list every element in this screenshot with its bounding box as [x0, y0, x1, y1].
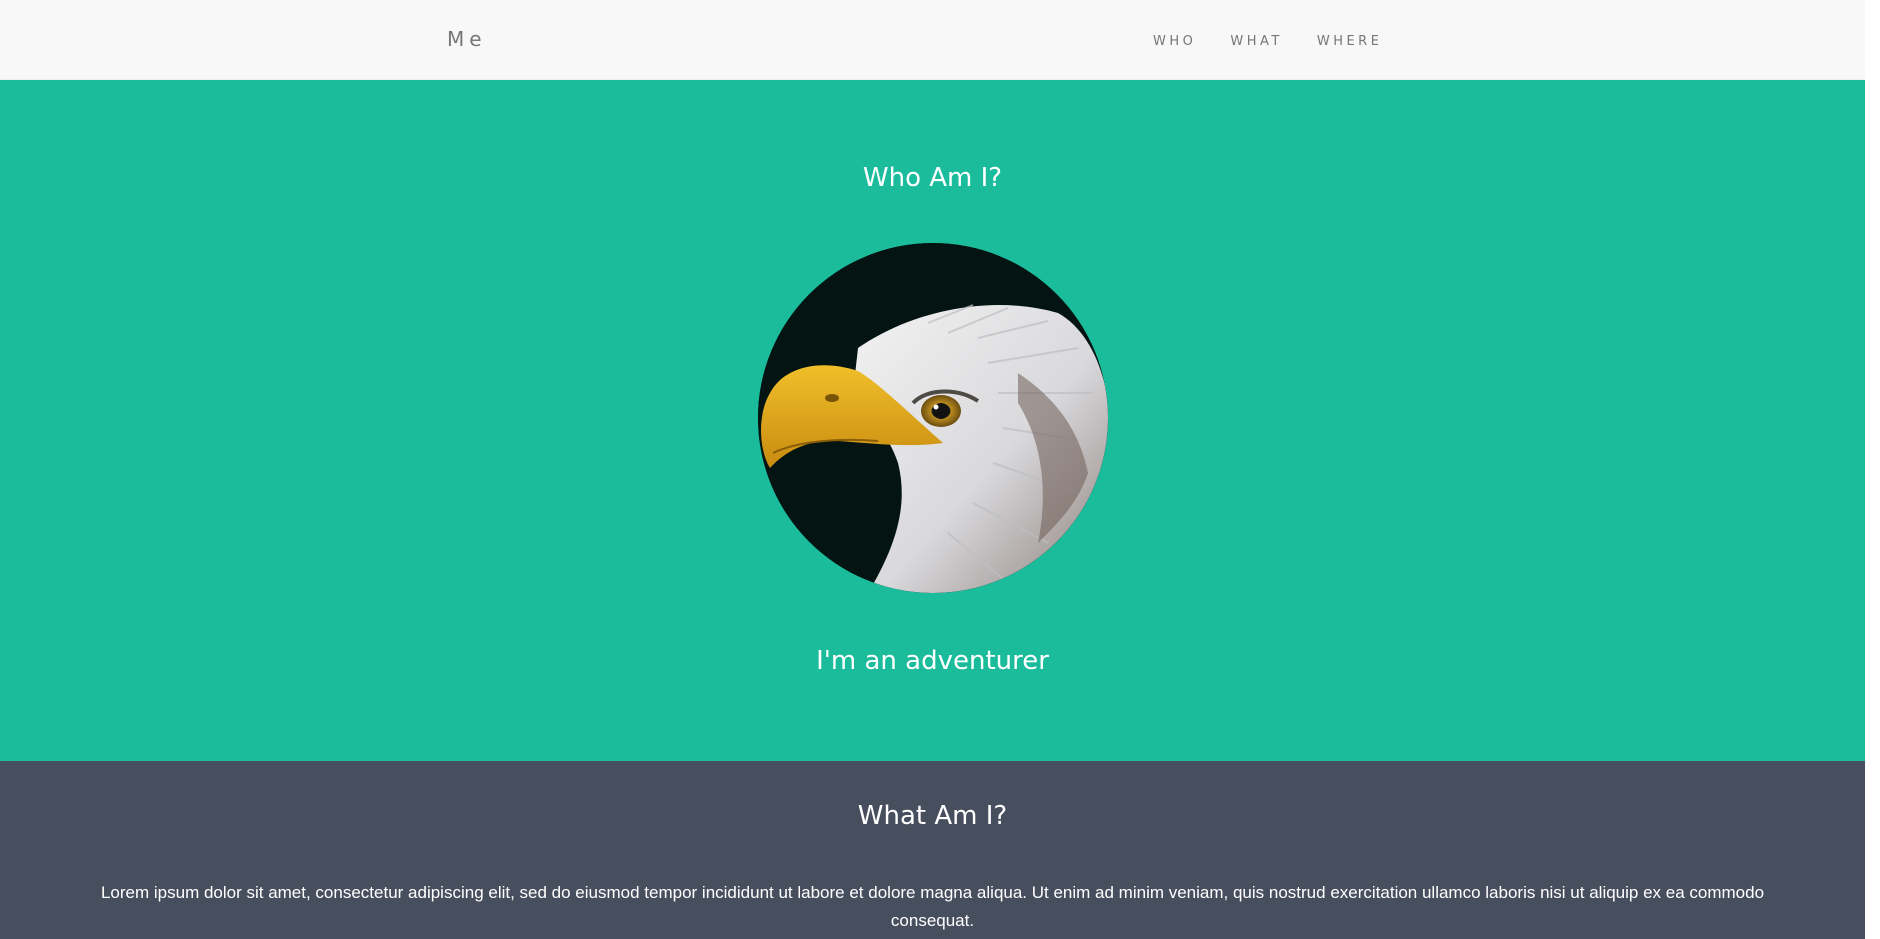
nav-link-what[interactable]: WHAT [1230, 34, 1282, 49]
brand-link[interactable]: Me [447, 27, 487, 51]
scrollbar[interactable] [1865, 0, 1880, 939]
page: Me WHO WHAT WHERE Who Am I? I'm an adven… [0, 0, 1865, 939]
who-title: Who Am I? [862, 163, 1003, 193]
nav-link-where[interactable]: WHERE [1317, 34, 1383, 49]
nav-link-who[interactable]: WHO [1153, 34, 1196, 49]
navbar: Me WHO WHAT WHERE [0, 0, 1865, 80]
what-title: What Am I? [857, 801, 1008, 831]
what-paragraph: Lorem ipsum dolor sit amet, consectetur … [100, 883, 1765, 930]
nav-links: WHO WHAT WHERE [1153, 34, 1382, 49]
who-section: Who Am I? I'm an adventurer [0, 80, 1865, 761]
eagle-image [758, 243, 1108, 593]
avatar [758, 243, 1108, 593]
who-subtitle: I'm an adventurer [816, 646, 1049, 676]
what-section: What Am I? Lorem ipsum dolor sit amet, c… [0, 761, 1865, 939]
